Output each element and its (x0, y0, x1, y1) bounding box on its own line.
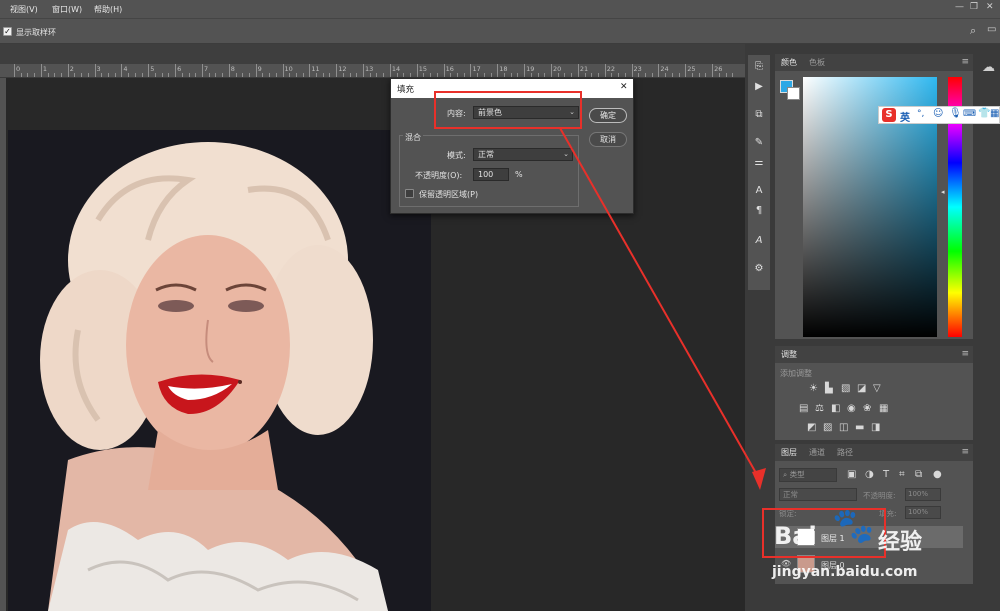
watermark-brand: Bai (774, 522, 817, 550)
watermark-suffix: 经验 (878, 530, 923, 555)
paw-icon: 🐾 (832, 506, 875, 546)
baidu-watermark: Bai 🐾 经验 jingyan.baidu.com (770, 500, 960, 600)
watermark-url: jingyan.baidu.com (772, 564, 918, 580)
